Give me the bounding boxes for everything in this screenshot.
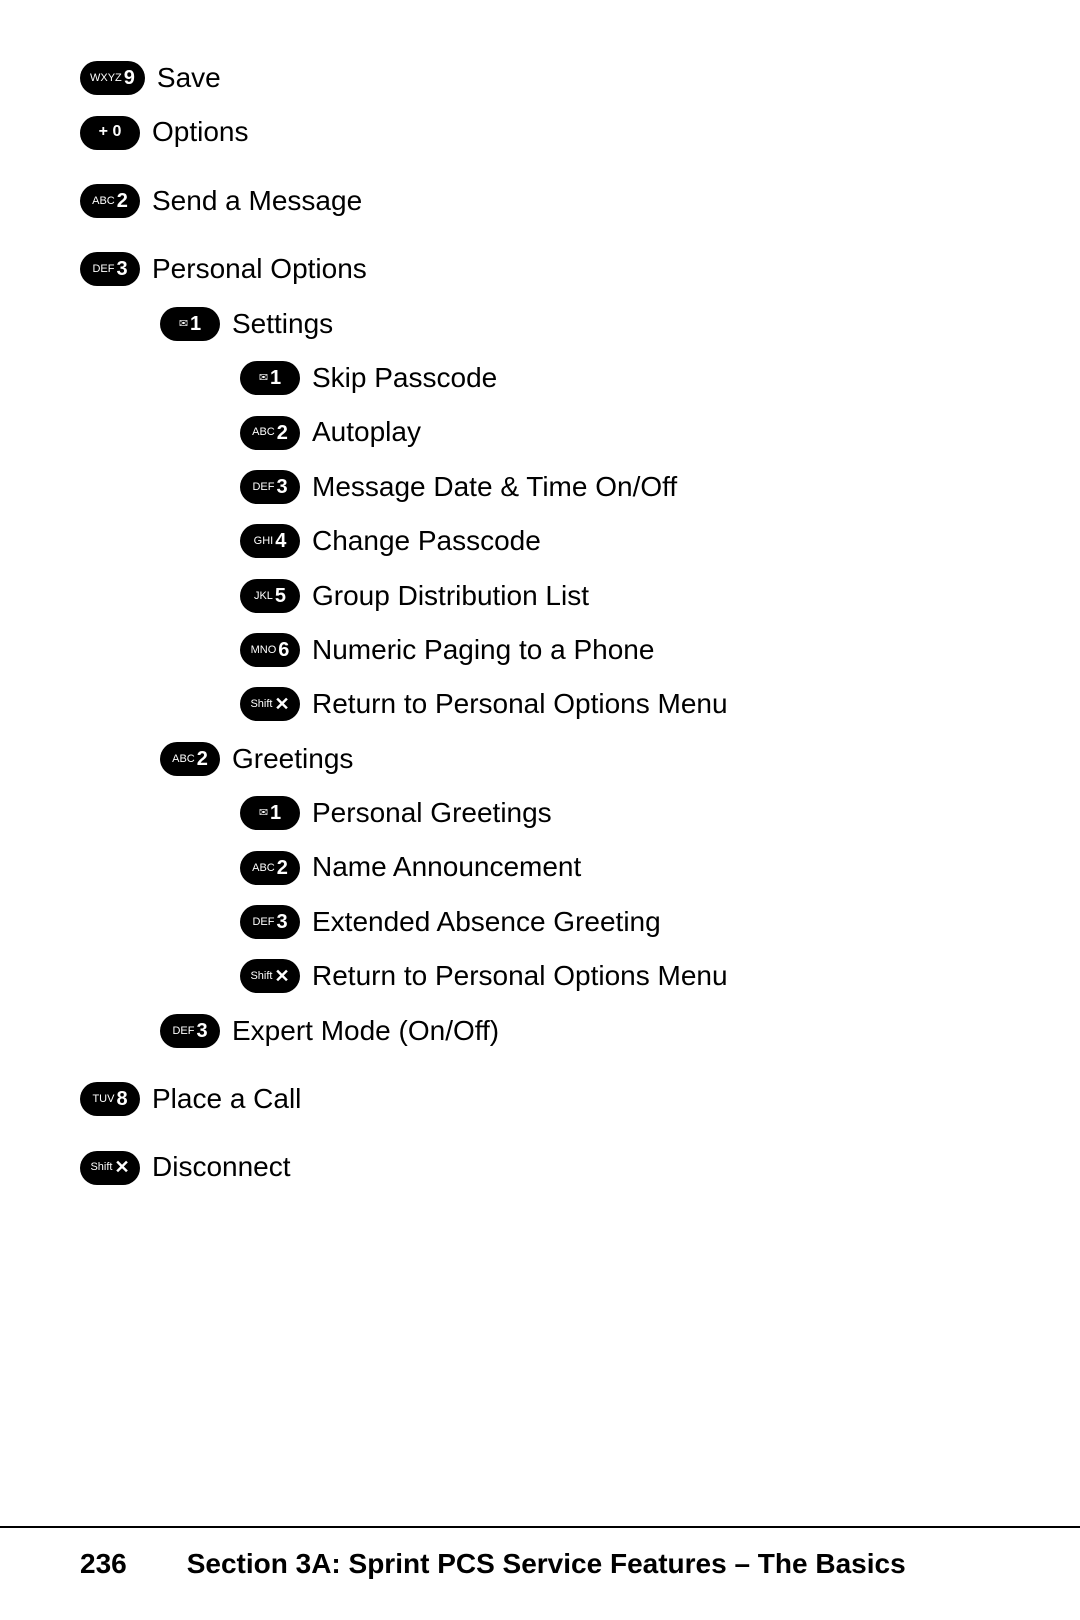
footer-section-title: Section 3A: Sprint PCS Service Features … (187, 1528, 906, 1580)
menu-item: Shift✕ Return to Personal Options Menu (80, 958, 1000, 994)
menu-item: Shift✕ Disconnect (80, 1149, 1000, 1185)
menu-item: GHI4 Change Passcode (80, 523, 1000, 559)
menu-item-text: Return to Personal Options Menu (312, 958, 728, 994)
key-badge: ✉1 (240, 796, 300, 830)
key-badge: GHI4 (240, 524, 300, 558)
key-badge: WXYZ9 (80, 61, 145, 95)
key-badge: Shift✕ (240, 687, 300, 721)
menu-item-text: Send a Message (152, 183, 362, 219)
menu-item: JKL5 Group Distribution List (80, 578, 1000, 614)
key-badge: ABC2 (160, 742, 220, 776)
footer-page-number: 236 (80, 1528, 127, 1580)
menu-item: ABC2 Greetings (80, 741, 1000, 777)
menu-item: TUV8 Place a Call (80, 1081, 1000, 1117)
menu-item: ✉1 Skip Passcode (80, 360, 1000, 396)
menu-item: ABC2 Name Announcement (80, 849, 1000, 885)
menu-item: DEF3 Message Date & Time On/Off (80, 469, 1000, 505)
menu-item-text: Name Announcement (312, 849, 581, 885)
menu-item: ABC2 Autoplay (80, 414, 1000, 450)
key-badge: Shift✕ (80, 1151, 140, 1185)
key-badge: JKL5 (240, 579, 300, 613)
menu-item: WXYZ9 Save (80, 60, 1000, 96)
menu-item-text: Options (152, 114, 249, 150)
menu-item: ✉1 Personal Greetings (80, 795, 1000, 831)
menu-item-text: Save (157, 60, 221, 96)
key-badge: ✉1 (160, 307, 220, 341)
menu-item: MNO6 Numeric Paging to a Phone (80, 632, 1000, 668)
menu-item-text: Settings (232, 306, 333, 342)
menu-list: WXYZ9 Save + 0 Options ABC2 Send a Message DEF… (80, 60, 1000, 1186)
menu-item: DEF3 Personal Options (80, 251, 1000, 287)
menu-item: + 0 Options (80, 114, 1000, 150)
page-content: WXYZ9 Save + 0 Options ABC2 Send a Message DEF… (0, 0, 1080, 1264)
menu-item-text: Return to Personal Options Menu (312, 686, 728, 722)
key-badge: DEF3 (240, 470, 300, 504)
footer: 236 Section 3A: Sprint PCS Service Featu… (0, 1526, 1080, 1580)
menu-item-text: Message Date & Time On/Off (312, 469, 677, 505)
menu-item-text: Personal Options (152, 251, 367, 287)
menu-item-text: Disconnect (152, 1149, 291, 1185)
key-badge: MNO6 (240, 633, 300, 667)
menu-item-text: Expert Mode (On/Off) (232, 1013, 499, 1049)
menu-item-text: Group Distribution List (312, 578, 589, 614)
menu-item-text: Extended Absence Greeting (312, 904, 661, 940)
key-badge: DEF3 (80, 252, 140, 286)
menu-item: DEF3 Extended Absence Greeting (80, 904, 1000, 940)
menu-item-text: Change Passcode (312, 523, 541, 559)
key-badge: ABC2 (80, 184, 140, 218)
key-badge: Shift✕ (240, 959, 300, 993)
key-badge: ABC2 (240, 416, 300, 450)
menu-item-text: Personal Greetings (312, 795, 552, 831)
menu-item: ✉1 Settings (80, 306, 1000, 342)
menu-item-text: Place a Call (152, 1081, 301, 1117)
menu-item-text: Greetings (232, 741, 353, 777)
key-badge: TUV8 (80, 1082, 140, 1116)
menu-item-text: Autoplay (312, 414, 421, 450)
menu-item: Shift✕ Return to Personal Options Menu (80, 686, 1000, 722)
menu-item: DEF3 Expert Mode (On/Off) (80, 1013, 1000, 1049)
key-badge: ABC2 (240, 851, 300, 885)
menu-item-text: Skip Passcode (312, 360, 497, 396)
key-badge: + 0 (80, 116, 140, 150)
key-badge: ✉1 (240, 361, 300, 395)
menu-item: ABC2 Send a Message (80, 183, 1000, 219)
key-badge: DEF3 (240, 905, 300, 939)
menu-item-text: Numeric Paging to a Phone (312, 632, 654, 668)
key-badge: DEF3 (160, 1014, 220, 1048)
